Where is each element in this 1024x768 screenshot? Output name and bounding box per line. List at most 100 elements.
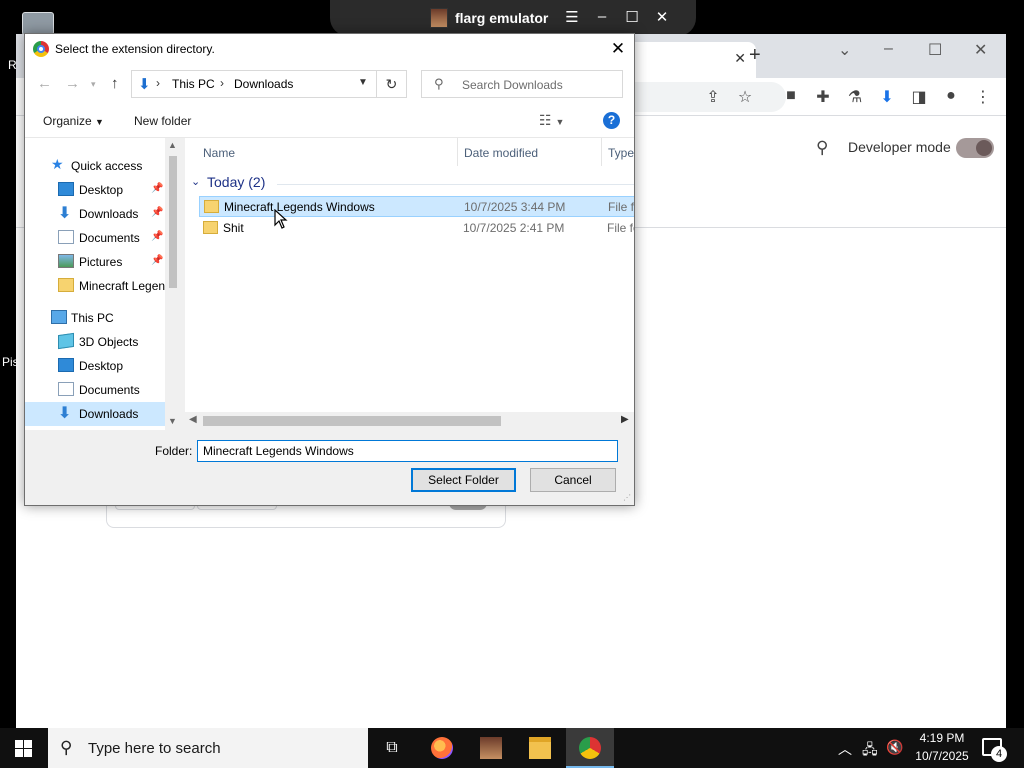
file-name: Shit [223, 221, 244, 235]
chevron-down-icon[interactable]: ⌄ [838, 40, 851, 60]
navigation-pane: ★ Quick access Desktop 📌 ⬇ Downloads 📌 Document… [25, 138, 181, 430]
hamburger-menu-icon[interactable]: ☰ [562, 8, 582, 26]
chevron-right-icon[interactable]: › [220, 76, 224, 90]
taskbar-search-box[interactable]: ⚲ Type here to search [48, 728, 368, 768]
nav-item[interactable]: Pictures 📌 [25, 250, 181, 274]
up-arrow-icon[interactable]: ↑ [111, 75, 119, 92]
nav-item[interactable]: 3D Objects [25, 330, 181, 354]
help-icon[interactable]: ? [603, 112, 620, 129]
profile-avatar-icon[interactable]: ● [940, 87, 962, 105]
change-view-icon[interactable]: ☷ ▼ [539, 112, 564, 129]
nav-item[interactable]: Documents 📌 [25, 226, 181, 250]
column-header-type[interactable]: Type [608, 146, 634, 160]
nav-item[interactable]: ⬇ Downloads [25, 402, 181, 426]
scroll-right-icon[interactable]: ▶ [621, 414, 629, 425]
new-folder-button[interactable]: New folder [134, 114, 191, 128]
column-header-date-modified[interactable]: Date modified [464, 146, 538, 160]
new-tab-icon[interactable]: + [749, 44, 761, 67]
search-input[interactable]: ⚲ Search Downloads [421, 70, 623, 98]
emulator-logo-icon [480, 737, 502, 759]
taskbar: ⚲ Type here to search ⧉ ︿ 🖧 🔇 4:19 PM 10… [0, 728, 1024, 768]
dialog-command-bar: Organize ▼ New folder ☷ ▼ ? [25, 104, 634, 138]
file-list-horizontal-scrollbar[interactable]: ◀ ▶ [185, 412, 634, 430]
lab-flask-icon[interactable]: ⚗ [844, 87, 866, 107]
bookmark-star-icon[interactable]: ☆ [734, 87, 756, 107]
file-row[interactable]: Minecraft Legends Windows 10/7/2025 3:44… [199, 196, 634, 217]
chrome-icon [579, 737, 601, 759]
clock-date[interactable]: 10/7/2025 [910, 749, 974, 763]
close-icon[interactable]: ✕ [652, 8, 672, 26]
nav-item[interactable]: This PC [25, 306, 181, 330]
file-date: 10/7/2025 2:41 PM [463, 221, 565, 235]
resize-grip-icon[interactable]: ⋰ [623, 493, 631, 502]
scroll-up-icon[interactable]: ▲ [168, 140, 177, 150]
breadcrumb-downloads[interactable]: Downloads [234, 77, 293, 91]
minimize-icon[interactable]: – [884, 40, 893, 58]
column-divider[interactable] [601, 138, 602, 166]
column-divider[interactable] [457, 138, 458, 166]
nav-item[interactable]: Desktop 📌 [25, 178, 181, 202]
select-folder-dialog: Select the extension directory. ✕ ← → ▾ … [24, 33, 635, 506]
chevron-right-icon[interactable]: › [156, 76, 160, 90]
nav-item-label: Downloads [79, 407, 139, 421]
scrollbar-thumb[interactable] [169, 156, 177, 288]
refresh-icon[interactable]: ↻ [377, 70, 407, 98]
maximize-icon[interactable]: ☐ [928, 40, 942, 60]
recent-locations-chevron-icon[interactable]: ▾ [91, 79, 96, 90]
navigation-pane-scrollbar[interactable]: ▲ ▼ [165, 138, 181, 430]
breadcrumb-this-pc[interactable]: This PC [172, 77, 215, 91]
download-icon[interactable]: ⬇ [876, 87, 898, 107]
extension-app-icon[interactable]: ■ [780, 87, 802, 105]
developer-mode-toggle[interactable] [956, 138, 994, 158]
scrollbar-thumb[interactable] [203, 416, 501, 426]
task-view-icon[interactable]: ⧉ [368, 728, 416, 768]
minimize-icon[interactable]: – [592, 8, 612, 25]
column-header-name[interactable]: Name [203, 146, 235, 160]
nav-item[interactable]: ★ Quick access [25, 154, 181, 178]
taskbar-chrome[interactable] [566, 728, 614, 768]
desktop-icon [58, 182, 74, 196]
file-row[interactable]: Shit 10/7/2025 2:41 PM File fo [199, 218, 634, 239]
file-type: File fo [608, 200, 634, 214]
scroll-down-icon[interactable]: ▼ [168, 416, 177, 426]
maximize-icon[interactable]: ☐ [622, 8, 642, 26]
nav-item[interactable]: Documents [25, 378, 181, 402]
clock-time[interactable]: 4:19 PM [910, 731, 974, 745]
address-breadcrumb[interactable]: ⬇ › This PC › Downloads ▼ [131, 70, 377, 98]
nav-item[interactable]: Minecraft Legen [25, 274, 181, 298]
organize-button[interactable]: Organize ▼ [43, 114, 104, 128]
select-folder-button[interactable]: Select Folder [411, 468, 516, 492]
taskbar-emulator[interactable] [467, 728, 515, 768]
forward-arrow-icon[interactable]: → [65, 75, 80, 92]
search-icon[interactable]: ⚲ [816, 138, 828, 158]
tab-close-icon[interactable]: ✕ [734, 50, 746, 67]
group-divider [277, 184, 634, 185]
close-icon[interactable]: ✕ [974, 40, 987, 60]
extensions-puzzle-icon[interactable]: ✚ [812, 87, 834, 107]
taskbar-firefox[interactable] [418, 728, 466, 768]
back-arrow-icon[interactable]: ← [37, 75, 52, 92]
firefox-icon [431, 737, 453, 759]
cancel-button[interactable]: Cancel [530, 468, 616, 492]
scroll-left-icon[interactable]: ◀ [189, 414, 197, 425]
nav-item[interactable]: ⬇ Downloads 📌 [25, 202, 181, 226]
network-icon[interactable]: 🖧 [862, 739, 878, 763]
side-panel-icon[interactable]: ◨ [908, 87, 930, 107]
nav-item-label: Desktop [79, 359, 124, 373]
folder-name-input[interactable] [197, 440, 618, 462]
chevron-down-icon[interactable]: ▼ [358, 77, 368, 88]
start-button[interactable] [0, 728, 48, 768]
pin-icon: 📌 [151, 231, 164, 242]
volume-muted-icon[interactable]: 🔇 [886, 739, 903, 756]
taskbar-file-explorer[interactable] [516, 728, 564, 768]
folder-icon [58, 278, 74, 292]
kebab-menu-icon[interactable]: ⋮ [972, 87, 994, 107]
nav-item[interactable]: Desktop [25, 354, 181, 378]
share-icon[interactable]: ⇪ [702, 87, 724, 107]
chevron-up-icon[interactable]: ︿ [838, 739, 852, 759]
chevron-down-icon[interactable]: ⌄ [191, 175, 200, 188]
close-icon[interactable]: ✕ [602, 34, 634, 64]
nav-item-label: Desktop [79, 183, 124, 197]
dialog-title-bar: Select the extension directory. ✕ [25, 34, 634, 64]
group-header-today[interactable]: Today (2) [207, 174, 265, 190]
